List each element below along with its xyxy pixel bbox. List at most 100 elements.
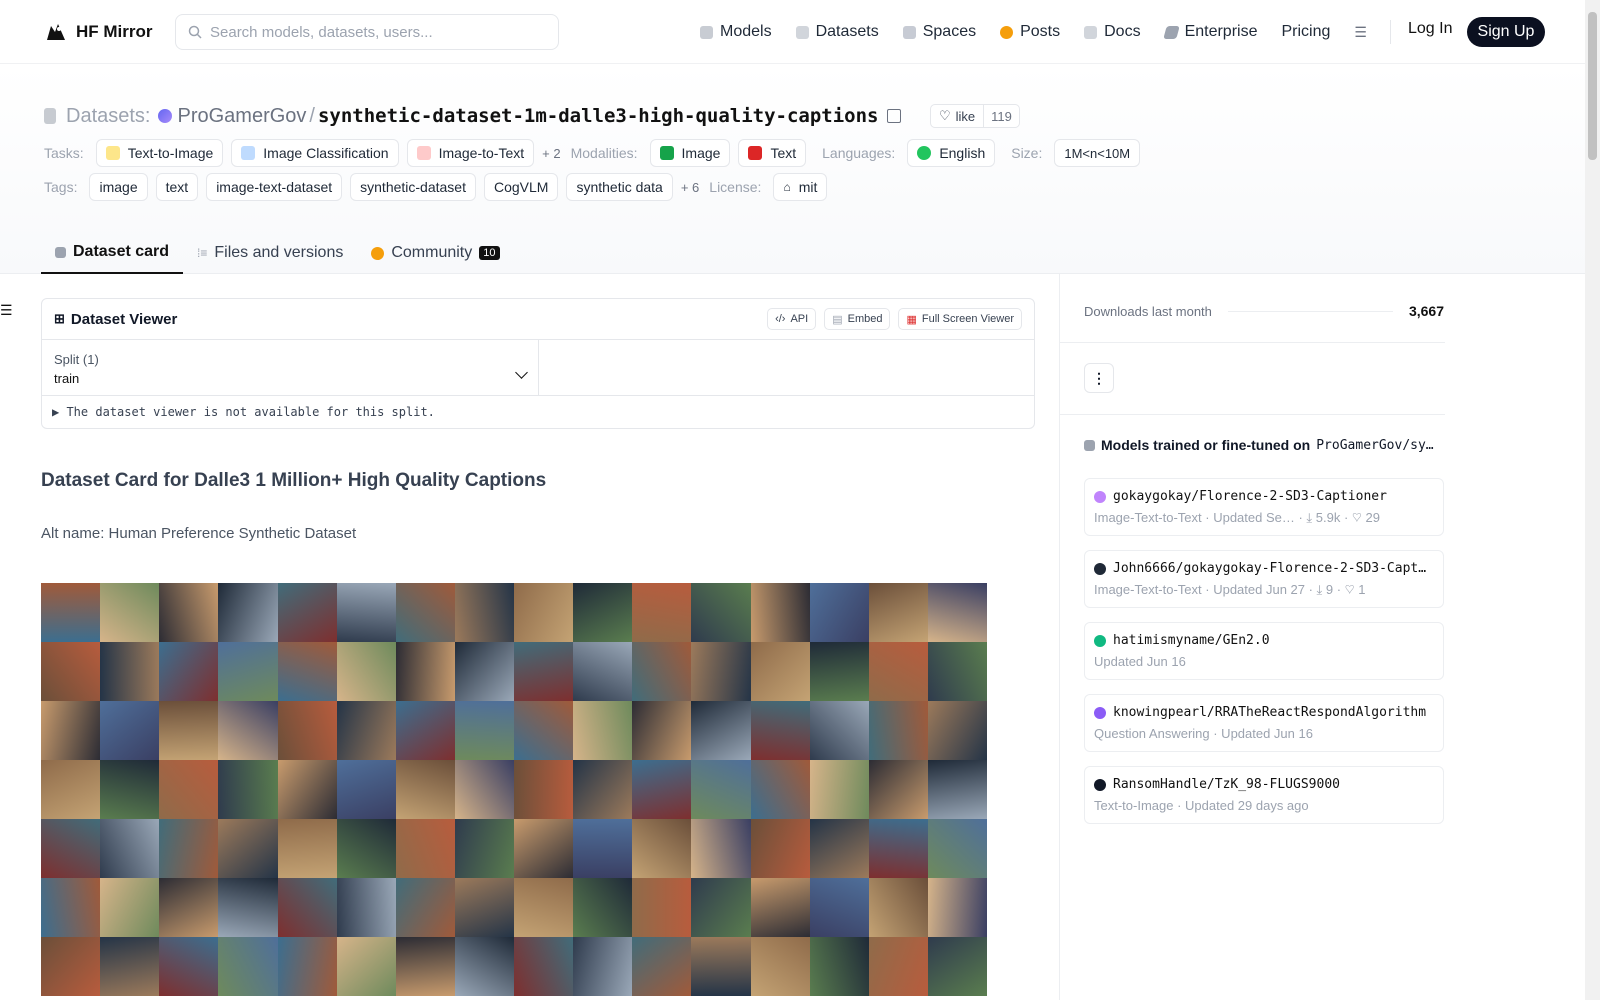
nav-posts[interactable]: Posts <box>1000 18 1060 46</box>
tag-chip[interactable]: synthetic-dataset <box>350 173 476 201</box>
sample-image-tile <box>395 760 455 819</box>
sample-image-mosaic <box>41 583 987 1000</box>
embed-button[interactable]: ▤ Embed <box>824 308 891 330</box>
fullscreen-button[interactable]: ▦ Full Screen Viewer <box>898 308 1022 330</box>
owner-link[interactable]: ProGamerGov <box>177 105 306 128</box>
models-section-title: Models trained or fine-tuned on ProGamer… <box>1084 437 1444 453</box>
api-button[interactable]: ‹/› API <box>767 308 817 330</box>
model-name-text: hatimismyname/GEn2.0 <box>1113 633 1270 648</box>
model-card[interactable]: gokaygokay/Florence-2-SD3-Captioner Image… <box>1084 478 1444 536</box>
like-toggle[interactable]: ♡ like <box>931 105 985 127</box>
task-chip[interactable]: Image Classification <box>231 139 399 167</box>
tag-chip[interactable]: CogVLM <box>483 173 559 201</box>
login-link[interactable]: Log In <box>1408 20 1452 38</box>
sample-image-tile <box>395 878 455 937</box>
repo-name[interactable]: synthetic-dataset-1m-dalle3-high-quality… <box>318 105 879 127</box>
copy-icon[interactable] <box>886 109 901 123</box>
tags-more[interactable]: + 6 <box>681 180 699 195</box>
sample-image-tile <box>159 701 219 760</box>
nav-datasets-label: Datasets <box>815 23 879 40</box>
language-chip[interactable]: English <box>907 139 996 167</box>
nav-docs[interactable]: Docs <box>1084 18 1141 46</box>
tab-files[interactable]: ⁞≡ Files and versions <box>183 232 357 274</box>
nav-models[interactable]: Models <box>700 18 772 46</box>
model-card[interactable]: hatimismyname/GEn2.0 Updated Jun 16 <box>1084 622 1444 680</box>
sample-image-tile <box>159 642 219 701</box>
sample-image-tile <box>809 937 869 996</box>
task-chip[interactable]: Text-to-Image <box>95 139 224 167</box>
sample-image-tile <box>100 819 160 878</box>
model-card[interactable]: RansomHandle/TzK_98-FLUGS9000 Text-to-Ima… <box>1084 766 1444 824</box>
nav-datasets[interactable]: Datasets <box>795 18 879 46</box>
sidebar-rule <box>1059 342 1445 343</box>
tab-dataset-card[interactable]: Dataset card <box>41 232 184 274</box>
sample-image-tile <box>927 760 987 819</box>
model-name: RansomHandle/TzK_98-FLUGS9000 <box>1094 777 1434 792</box>
modality-chip[interactable]: Image <box>649 139 731 167</box>
sample-image-tile <box>41 760 101 819</box>
sample-image-tile <box>750 937 810 996</box>
code-icon: ‹/› <box>775 313 786 325</box>
sample-image-tile <box>159 878 219 937</box>
sample-image-tile <box>454 819 514 878</box>
search-box[interactable] <box>175 14 559 50</box>
sample-image-tile <box>159 937 219 996</box>
brand-logo[interactable]: HF Mirror <box>44 20 153 44</box>
viewer-title: ⊞ Dataset Viewer <box>54 311 177 328</box>
sample-image-tile <box>336 701 396 760</box>
tag-chip[interactable]: text <box>155 173 199 201</box>
model-name: hatimismyname/GEn2.0 <box>1094 633 1434 648</box>
nav-spaces[interactable]: Spaces <box>902 18 977 46</box>
sample-image-tile <box>750 701 810 760</box>
api-label: API <box>790 313 809 325</box>
split-select[interactable]: Split (1) train <box>42 340 539 395</box>
sample-image-tile <box>100 760 160 819</box>
nav-enterprise[interactable]: Enterprise <box>1162 18 1257 46</box>
model-card[interactable]: knowingpearl/RRATheReactRespondAlgorithm… <box>1084 694 1444 752</box>
sample-image-tile <box>218 937 278 996</box>
like-button[interactable]: ♡ like 119 <box>930 104 1020 128</box>
model-card[interactable]: John6666/gokaygokay-Florence-2-SD3-Capt…… <box>1084 550 1444 608</box>
sample-image-tile <box>277 819 337 878</box>
sample-image-tile <box>277 701 337 760</box>
sample-image-tile <box>336 819 396 878</box>
sample-image-tile <box>809 701 869 760</box>
more-options-button[interactable]: ⋮ <box>1084 363 1114 393</box>
viewer-header: ⊞ Dataset Viewer ‹/› API ▤ Embed ▦ Full Scr… <box>42 299 1034 340</box>
task-chip[interactable]: Image-to-Text <box>406 139 535 167</box>
tag-chip[interactable]: image-text-dataset <box>206 173 343 201</box>
downloads-label: Downloads last month <box>1084 303 1212 319</box>
model-avatar <box>1094 634 1106 647</box>
viewer-unavailable-text: The dataset viewer is not available for … <box>66 405 435 419</box>
sample-image-tile <box>632 583 692 642</box>
sample-image-tile <box>514 701 574 760</box>
license-chip[interactable]: ⌂ mit <box>773 173 828 201</box>
tag-chip[interactable]: image <box>89 173 148 201</box>
more-menu-icon[interactable]: ☰ <box>1354 18 1367 46</box>
model-meta-text: Updated Jun 16 <box>1094 654 1186 669</box>
sample-image-tile <box>454 937 514 996</box>
languages-label: Languages: <box>822 145 896 161</box>
sample-image-tile <box>750 760 810 819</box>
viewer-unavailable-notice[interactable]: ▶ The dataset viewer is not available fo… <box>42 396 1034 428</box>
tasks-more[interactable]: + 2 <box>542 146 560 161</box>
heart-icon: ♡ <box>939 108 951 123</box>
embed-label: Embed <box>847 313 883 325</box>
toc-toggle-icon[interactable]: ☰ <box>0 302 13 319</box>
scrollbar-thumb[interactable] <box>1588 12 1597 160</box>
sample-image-tile <box>573 760 633 819</box>
search-input[interactable] <box>210 23 530 41</box>
signup-button[interactable]: Sign Up <box>1467 17 1545 47</box>
modality-chip[interactable]: Text <box>738 139 807 167</box>
model-meta: Text-to-Image · Updated 29 days ago <box>1094 798 1434 813</box>
sample-image-tile <box>41 878 101 937</box>
nav-spaces-label: Spaces <box>922 23 977 40</box>
sample-image-tile <box>632 937 692 996</box>
sample-image-tile <box>218 819 278 878</box>
sample-image-tile <box>691 642 751 701</box>
tab-community[interactable]: Community 10 <box>357 232 513 274</box>
size-chip[interactable]: 1M<n<10M <box>1054 139 1141 167</box>
nav-pricing[interactable]: Pricing <box>1281 18 1330 46</box>
tag-chip[interactable]: synthetic data <box>566 173 673 201</box>
sample-image-tile <box>573 819 633 878</box>
